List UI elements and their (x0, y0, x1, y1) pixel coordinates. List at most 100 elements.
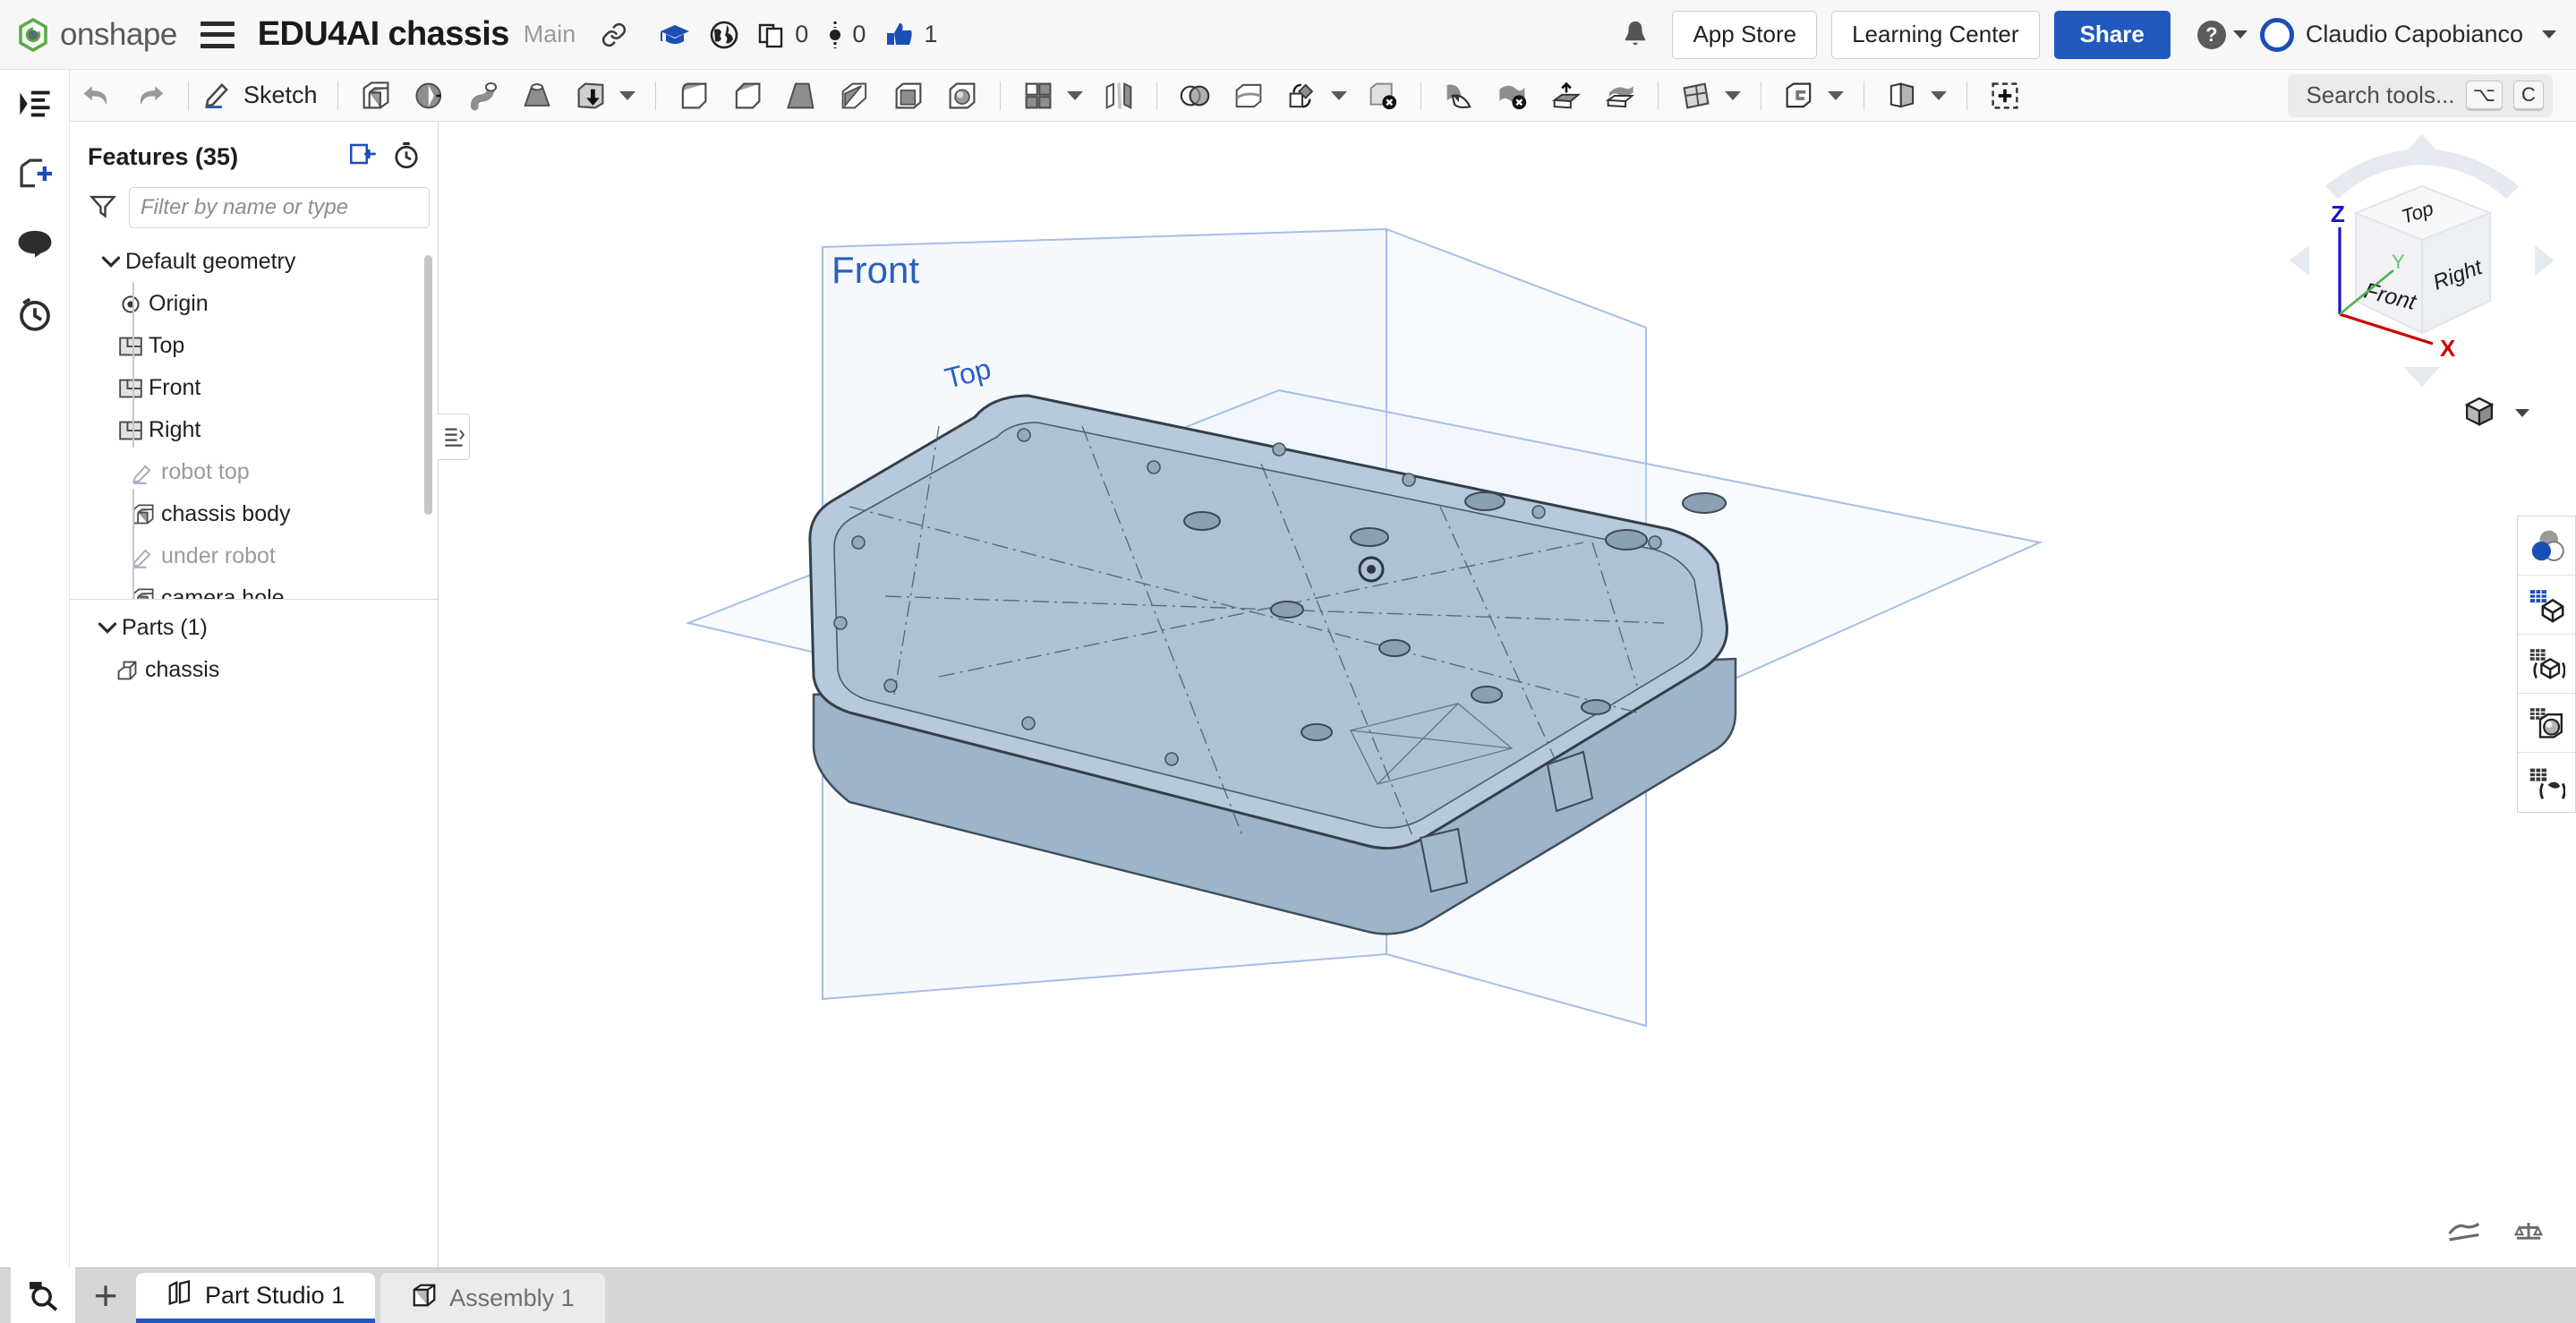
pattern-icon[interactable] (1017, 76, 1060, 115)
chevron-down-icon[interactable] (1827, 90, 1844, 100)
undo-icon[interactable] (75, 76, 118, 115)
onshape-logo-link[interactable]: onshape (16, 17, 177, 53)
shortcut-key-c: C (2513, 80, 2544, 111)
tab-label: Assembly 1 (449, 1284, 575, 1311)
chevron-down-icon[interactable] (1724, 90, 1741, 100)
sketch-button[interactable]: Sketch (203, 78, 318, 113)
transform-icon[interactable] (1281, 76, 1324, 115)
revolve-icon[interactable] (408, 76, 451, 115)
document-title[interactable]: EDU4AI chassis (258, 15, 510, 54)
comments-icon[interactable] (13, 222, 56, 265)
hamburger-icon[interactable] (200, 21, 235, 48)
chevron-down-icon[interactable] (1930, 90, 1947, 100)
link-icon[interactable] (601, 21, 627, 48)
view-cube[interactable]: Top Front Right Z X Y (2288, 131, 2556, 390)
copies-count: 0 (795, 21, 809, 47)
tree-item-default-geometry[interactable]: Default geometry (73, 241, 438, 283)
delete-face-icon[interactable] (1491, 76, 1534, 115)
bell-icon[interactable] (1622, 20, 1649, 50)
chevron-down-icon (2515, 409, 2529, 417)
chevron-down-icon[interactable] (1066, 90, 1083, 100)
chevron-down-icon[interactable] (97, 255, 125, 269)
custom-features-icon[interactable] (2518, 753, 2575, 812)
user-menu[interactable]: Claudio Capobianco (2259, 17, 2556, 52)
tree-item-under-robot[interactable]: under robot (73, 535, 438, 577)
split-icon[interactable] (1227, 76, 1270, 115)
measure-icon[interactable] (2447, 1216, 2481, 1248)
redo-icon[interactable] (129, 76, 172, 115)
features-filter-input[interactable] (129, 187, 430, 228)
enclose-icon[interactable] (1599, 76, 1642, 115)
rib-icon[interactable] (833, 76, 876, 115)
chevron-down-icon[interactable] (93, 621, 122, 636)
tree-item-origin[interactable]: Origin (73, 283, 438, 325)
tab-search-icon[interactable] (11, 1268, 75, 1323)
feature-list-icon[interactable] (13, 82, 56, 125)
badge-copies[interactable]: 0 (758, 21, 808, 49)
hole-icon[interactable] (941, 76, 984, 115)
tab-assembly-1[interactable]: Assembly 1 (380, 1273, 605, 1323)
tree-item-chassis-body[interactable]: chassis body (73, 493, 438, 535)
tree-guide-line (132, 282, 134, 448)
chevron-down-icon[interactable] (618, 90, 635, 100)
loft-icon[interactable] (516, 76, 559, 115)
versions-count: 0 (852, 21, 866, 47)
extrude-icon[interactable] (354, 76, 397, 115)
add-tab-button[interactable]: + (75, 1268, 136, 1323)
search-tools-field[interactable]: Search tools... ⌥ C (2288, 73, 2553, 117)
badge-public[interactable] (710, 21, 738, 49)
mirror-icon[interactable] (1097, 76, 1140, 115)
variable-icon[interactable] (1778, 76, 1821, 115)
tab-part-studio-1[interactable]: Part Studio 1 (136, 1273, 376, 1323)
shell-icon[interactable] (887, 76, 930, 115)
boolean-icon[interactable] (1173, 76, 1216, 115)
toolbar-divider (1420, 81, 1421, 110)
surface-fill-icon[interactable] (1437, 76, 1480, 115)
badge-likes[interactable]: 1 (885, 21, 937, 48)
insert-part-icon[interactable] (13, 152, 56, 195)
delete-part-icon[interactable] (1361, 76, 1404, 115)
share-button[interactable]: Share (2053, 10, 2171, 59)
app-store-button[interactable]: App Store (1672, 10, 1818, 59)
plane-icon[interactable] (1675, 76, 1718, 115)
part-item-chassis[interactable]: chassis (70, 649, 438, 691)
variables-studio-icon[interactable] (2518, 635, 2575, 694)
cad-model-canvas[interactable]: Front Top Right (439, 122, 2576, 1268)
view-style-selector[interactable] (2463, 395, 2529, 431)
mass-properties-icon[interactable] (2513, 1216, 2544, 1248)
help-menu[interactable]: ? (2196, 20, 2248, 49)
tree-item-robot-top[interactable]: robot top (73, 451, 438, 493)
badge-education[interactable] (660, 23, 690, 47)
appearance-icon[interactable] (2518, 516, 2575, 576)
tree-item-right-plane[interactable]: Right (73, 409, 438, 451)
tree-item-camera-hole[interactable]: camera hole (73, 577, 438, 599)
panel-collapse-toggle[interactable] (438, 414, 470, 460)
chevron-down-icon[interactable] (1330, 90, 1347, 100)
thumbs-up-icon (887, 22, 913, 45)
badge-versions[interactable]: 0 (828, 21, 866, 49)
onshape-logo-icon (16, 17, 50, 52)
globe-icon (710, 21, 738, 48)
sketch-tools-icon[interactable] (1881, 76, 1923, 115)
branch-label[interactable]: Main (524, 21, 576, 48)
tree-item-front-plane[interactable]: Front (73, 367, 438, 409)
feature-tree-scrollbar[interactable] (424, 255, 432, 515)
chamfer-icon[interactable] (726, 76, 769, 115)
filter-funnel-icon[interactable] (89, 192, 117, 224)
move-face-icon[interactable] (1545, 76, 1588, 115)
learning-center-button[interactable]: Learning Center (1831, 10, 2040, 59)
timer-icon[interactable] (393, 141, 420, 173)
draft-icon[interactable] (780, 76, 823, 115)
sweep-icon[interactable] (462, 76, 505, 115)
fillet-icon[interactable] (672, 76, 715, 115)
parts-section-header[interactable]: Parts (1) (70, 607, 438, 649)
3d-viewport[interactable]: Front Top Right (439, 122, 2576, 1268)
insert-icon[interactable] (1983, 76, 2026, 115)
render-icon[interactable] (2518, 694, 2575, 753)
configurations-icon[interactable] (2518, 576, 2575, 635)
tree-item-top-plane[interactable]: Top (73, 325, 438, 367)
thicken-icon[interactable] (569, 76, 612, 115)
extrude-icon (125, 503, 161, 526)
history-icon[interactable] (13, 292, 56, 335)
rollback-icon[interactable] (350, 141, 377, 173)
